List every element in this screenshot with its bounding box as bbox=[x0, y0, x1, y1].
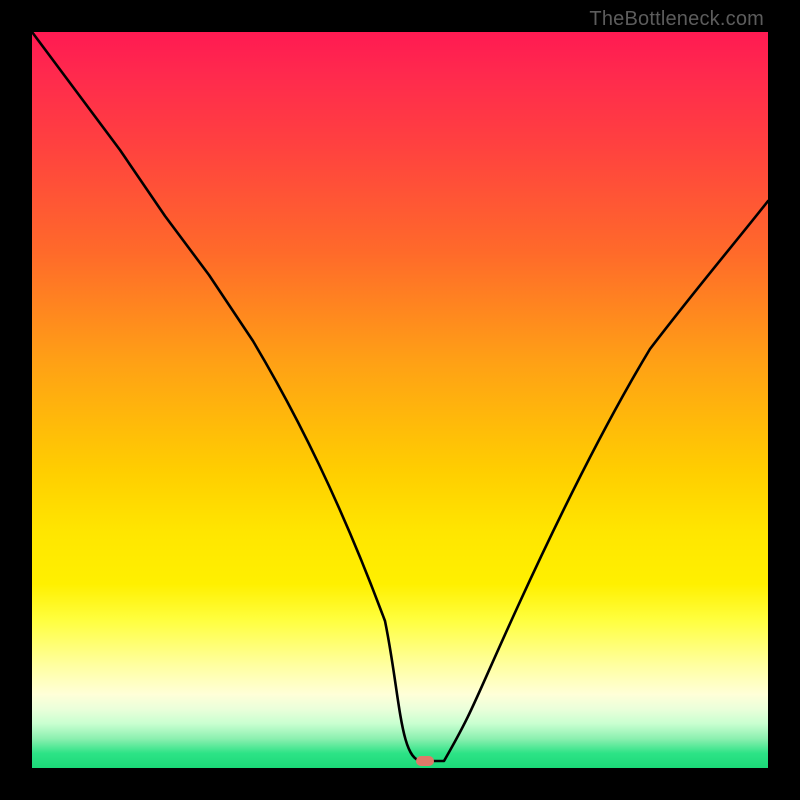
optimal-marker bbox=[416, 756, 434, 766]
watermark-text: TheBottleneck.com bbox=[589, 8, 764, 31]
chart-frame: TheBottleneck.com bbox=[0, 0, 800, 800]
plot-area bbox=[32, 32, 768, 768]
bottleneck-curve bbox=[32, 32, 768, 761]
bottleneck-curve-svg bbox=[32, 32, 768, 768]
